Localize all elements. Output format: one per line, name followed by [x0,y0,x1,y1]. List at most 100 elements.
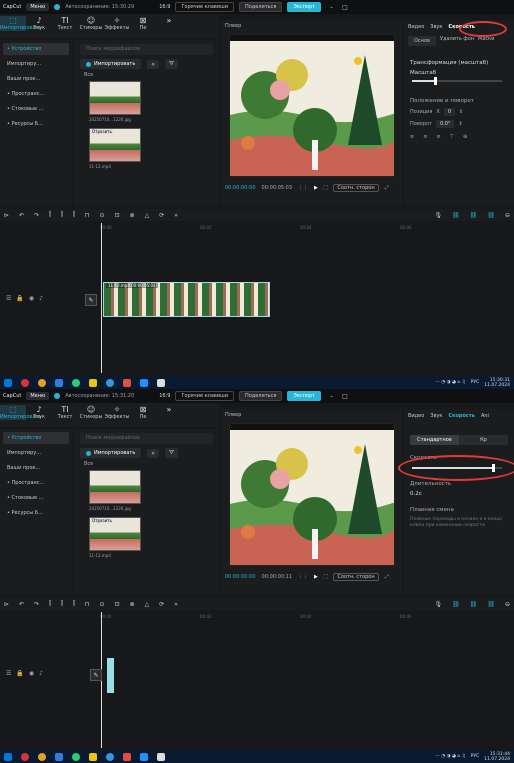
eye-icon[interactable]: ◉ [29,295,34,302]
aspect-ratio[interactable]: 16:9 [159,4,170,10]
media-thumbnail[interactable] [89,470,141,504]
lock-icon[interactable]: 🔒 [16,670,23,677]
rotate-input[interactable]: 0.0° [435,120,455,128]
link-icon[interactable]: ⛓ [452,601,460,608]
minimize-icon[interactable]: – [330,4,333,11]
video-clip[interactable]: 11-12.mp4 00:00:05:03 [103,282,270,317]
app-icon[interactable] [38,752,46,761]
nav-imported[interactable]: Импортиру... [3,447,69,459]
tool-sound[interactable]: ♪ Звук [26,16,52,31]
align-middle-icon[interactable]: ⊕ [463,134,467,140]
subtab-remove-bg[interactable]: Удалить фон [440,36,474,46]
tab-video[interactable]: Видео [408,24,424,30]
nav-spaces[interactable]: • Пространс... [3,477,69,489]
align-top-icon[interactable]: ⊤ [450,134,454,140]
position-x-input[interactable]: 0 [443,108,456,116]
video-preview[interactable] [229,34,395,177]
play-icon[interactable]: ▶ [314,185,318,191]
hotkeys-button[interactable]: Горячие клавиши [175,391,234,401]
app-icon[interactable] [72,378,80,387]
select-icon[interactable]: ⊳ [4,212,9,219]
tab-speed[interactable]: Скорость [448,413,475,419]
fullscreen-crop-icon[interactable]: ⛶ [324,574,328,580]
app-icon[interactable] [38,378,46,387]
mic-icon[interactable]: 🎙 [434,212,442,219]
select-icon[interactable]: ⊳ [4,601,9,608]
tab-sound[interactable]: Звук [430,413,442,419]
more-tools-icon[interactable]: » [156,16,182,25]
rotate-icon[interactable]: ⟳ [159,601,164,608]
snap-icon[interactable]: ⛓ [470,601,478,608]
app-icon[interactable] [106,752,114,761]
eye-icon[interactable]: ◉ [29,670,34,677]
freeze-icon[interactable]: ⊙ [100,212,105,219]
filter-icon[interactable]: ⛛ [164,448,178,458]
snap-icon[interactable]: ⛓ [470,212,478,219]
nav-projects[interactable]: Ваши прое... [3,73,69,85]
aspect-button[interactable]: Соотн. сторон [333,573,379,581]
preview-axis-icon[interactable]: ⛓ [487,212,495,219]
capcut-icon[interactable] [157,378,165,387]
tool-text[interactable]: TI Текст [52,16,78,31]
import-button[interactable]: Импортировать [80,448,142,458]
app-icon[interactable] [123,378,131,387]
nav-stock[interactable]: • Стоковые ... [3,103,69,115]
split-left-icon[interactable]: ⫿ [61,211,63,219]
tab-sound[interactable]: Звук [430,24,442,30]
mask-icon[interactable]: △ [145,601,150,608]
mic-icon[interactable]: 🎙 [434,601,442,608]
playhead[interactable] [101,223,102,373]
more-icon[interactable]: » [174,212,178,219]
import-button[interactable]: Импортировать [80,59,142,69]
delete-icon[interactable]: ⊓ [85,601,90,608]
redo-icon[interactable]: ↷ [34,212,39,219]
yandex-icon[interactable] [21,378,29,387]
tool-import[interactable]: ⬚ Импортировать [0,16,41,31]
nav-resources[interactable]: • Ресурсы Б... [3,118,69,130]
split-left-icon[interactable]: ⫿ [61,600,63,608]
zoom-icon[interactable]: ⊖ [505,212,510,219]
clock[interactable]: 15:31:44 11.07.2024 [484,752,510,762]
tab-video[interactable]: Видео [408,413,424,419]
hotkeys-button[interactable]: Горячие клавиши [175,2,234,12]
rotate-icon[interactable]: ⟳ [159,212,164,219]
media-thumbnail[interactable]: Отразить [89,517,141,551]
start-icon[interactable] [4,752,12,761]
app-icon[interactable] [89,752,97,761]
clock[interactable]: 15:30:31 11.07.2024 [484,378,510,388]
language-indicator[interactable]: РУС [471,754,480,759]
tab-animation[interactable]: Ani [481,413,489,419]
audio-icon[interactable]: ♪ [39,295,43,302]
menu-button[interactable]: Меню [26,3,50,11]
more-tools-icon[interactable]: » [156,405,182,414]
more-icon[interactable]: » [174,601,178,608]
language-indicator[interactable]: РУС [471,380,480,385]
redo-icon[interactable]: ↷ [34,601,39,608]
minimize-icon[interactable]: – [330,393,333,400]
start-icon[interactable] [4,378,12,387]
delete-icon[interactable]: ⊓ [85,212,90,219]
browser-icon[interactable] [55,752,63,761]
align-center-icon[interactable]: ≡ [423,134,427,140]
app-icon[interactable] [123,752,131,761]
nav-imported[interactable]: Импортиру... [3,58,69,70]
maximize-icon[interactable]: □ [342,4,348,11]
tool-text[interactable]: TI Текст [52,405,78,420]
capcut-icon[interactable] [157,752,165,761]
media-search-input[interactable]: Поиск медиафайлов [80,433,213,444]
nav-resources[interactable]: • Ресурсы Б... [3,507,69,519]
undo-icon[interactable]: ↶ [19,212,24,219]
play-icon[interactable]: ▶ [314,574,318,580]
stepper-icon[interactable]: ⇕ [458,121,462,127]
crop-icon[interactable]: ⊡ [115,212,120,219]
mirror-icon[interactable]: ⊗ [130,601,135,608]
yandex-icon[interactable] [21,752,29,761]
app-icon[interactable] [140,378,148,387]
subtab-masks[interactable]: Маски [478,36,494,46]
collapse-icon[interactable]: « [147,59,159,69]
cover-edit-icon[interactable]: ✎ [90,669,102,681]
mirror-icon[interactable]: ⊗ [130,212,135,219]
tool-effects[interactable]: ✧ Эффекты [104,405,130,420]
tool-effects[interactable]: ✧ Эффекты [104,16,130,31]
tray-icons[interactable]: ⋯ ◔ ◑ ◕ ⌂ ♫ [435,380,465,385]
